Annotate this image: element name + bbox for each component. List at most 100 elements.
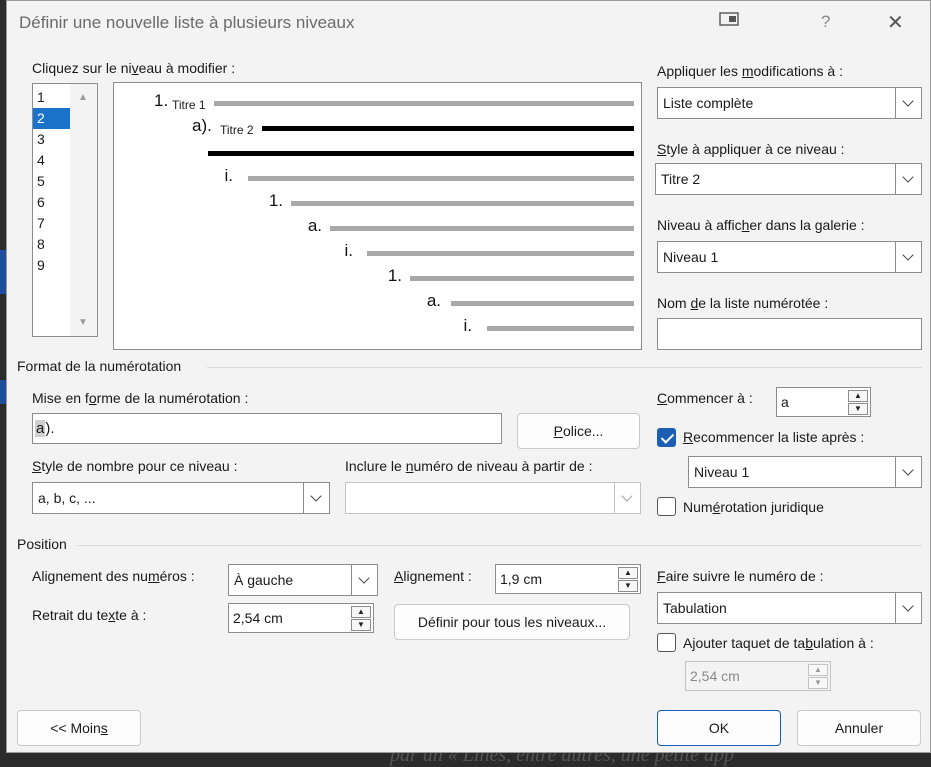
level-item[interactable]: 8 bbox=[33, 234, 70, 255]
less-button[interactable]: << Moins bbox=[17, 710, 141, 746]
font-button[interactable]: Police... bbox=[517, 413, 640, 449]
level-item[interactable]: 5 bbox=[33, 171, 70, 192]
restart-list-label: Recommencer la liste après : bbox=[683, 429, 865, 445]
legal-numbering-checkbox[interactable] bbox=[657, 497, 676, 516]
aligned-at-label: Alignement : bbox=[394, 568, 472, 584]
window-layout-icon[interactable] bbox=[719, 11, 741, 27]
text-indent-label: Retrait du texte à : bbox=[32, 607, 147, 623]
restart-list-checkbox[interactable] bbox=[657, 428, 676, 447]
list-preview[interactable]: 1. Titre 1 a). Titre 2 i. 1. a. i. 1. a. i. bbox=[113, 82, 642, 350]
level-item[interactable]: 3 bbox=[33, 129, 70, 150]
number-format-label: Mise en forme de la numérotation : bbox=[32, 390, 249, 406]
chevron-down-icon[interactable] bbox=[895, 88, 921, 118]
add-tab-stop-label: Ajouter taquet de tabulation à : bbox=[683, 635, 874, 651]
gallery-level-label: Niveau à afficher dans la galerie : bbox=[657, 217, 865, 233]
close-icon[interactable]: ✕ bbox=[887, 10, 904, 35]
preview-number: a. bbox=[307, 216, 322, 235]
number-style-label: Style de nombre pour ce niveau : bbox=[32, 458, 238, 474]
preview-line bbox=[487, 326, 634, 331]
preview-row: i. bbox=[114, 166, 641, 188]
text-indent-spinner[interactable]: 2,54 cm ▲ ▼ bbox=[228, 603, 374, 633]
preview-row bbox=[114, 143, 641, 163]
preview-line bbox=[214, 101, 634, 106]
preview-row: 1. bbox=[114, 266, 641, 288]
apply-changes-select[interactable]: Liste complète bbox=[657, 87, 922, 119]
preview-row: i. bbox=[114, 241, 641, 263]
level-listbox[interactable]: 123456789 ▲ ▼ bbox=[32, 83, 98, 337]
follow-number-label: Faire suivre le numéro de : bbox=[657, 568, 824, 584]
preview-title: Titre 1 bbox=[172, 98, 206, 112]
levels-label: Cliquez sur le niveau à modifier : bbox=[32, 60, 236, 76]
spin-up-icon[interactable]: ▲ bbox=[848, 390, 868, 402]
include-level-select[interactable] bbox=[345, 482, 641, 514]
spin-down-icon[interactable]: ▼ bbox=[618, 580, 638, 592]
preview-number: i. bbox=[344, 241, 354, 260]
number-format-input[interactable]: a). bbox=[32, 413, 502, 444]
preview-number: i. bbox=[224, 166, 234, 185]
chevron-down-icon[interactable] bbox=[895, 164, 921, 194]
level-item[interactable]: 2 bbox=[33, 108, 70, 129]
cancel-button[interactable]: Annuler bbox=[797, 710, 921, 746]
set-all-levels-button[interactable]: Définir pour tous les niveaux... bbox=[394, 604, 630, 640]
chevron-down-icon[interactable] bbox=[895, 242, 921, 272]
tab-stop-spinner[interactable]: 2,54 cm ▲ ▼ bbox=[685, 661, 831, 691]
numbering-section-title: Format de la numérotation bbox=[17, 358, 182, 374]
spin-up-icon[interactable]: ▲ bbox=[351, 606, 371, 618]
section-divider bbox=[207, 367, 922, 368]
preview-row: 1. bbox=[114, 191, 641, 213]
preview-row: a. bbox=[114, 291, 641, 313]
level-item[interactable]: 4 bbox=[33, 150, 70, 171]
dialog-title: Définir une nouvelle liste à plusieurs n… bbox=[19, 13, 355, 32]
preview-line bbox=[248, 176, 634, 181]
spin-down-icon[interactable]: ▼ bbox=[808, 677, 828, 689]
ok-button[interactable]: OK bbox=[657, 710, 781, 746]
multilevel-list-dialog: Définir une nouvelle liste à plusieurs n… bbox=[6, 0, 931, 753]
spin-up-icon[interactable]: ▲ bbox=[618, 567, 638, 579]
add-tab-stop-checkbox[interactable] bbox=[657, 633, 676, 652]
preview-row: a). Titre 2 bbox=[114, 116, 641, 138]
preview-number: 1. bbox=[268, 191, 283, 210]
level-item[interactable]: 1 bbox=[33, 87, 70, 108]
section-divider bbox=[77, 545, 922, 546]
restart-after-select[interactable]: Niveau 1 bbox=[688, 456, 922, 488]
number-alignment-label: Alignement des numéros : bbox=[32, 568, 195, 584]
number-style-select[interactable]: a, b, c, ... bbox=[32, 482, 330, 514]
scroll-down-icon[interactable]: ▼ bbox=[78, 317, 88, 328]
preview-line bbox=[208, 151, 634, 156]
chevron-down-icon[interactable] bbox=[614, 483, 640, 513]
level-item[interactable]: 6 bbox=[33, 192, 70, 213]
include-level-label: Inclure le numéro de niveau à partir de … bbox=[345, 458, 593, 474]
preview-line bbox=[451, 301, 634, 306]
preview-line bbox=[410, 276, 634, 281]
level-scrollbar[interactable]: ▲ ▼ bbox=[70, 84, 97, 336]
help-icon[interactable]: ? bbox=[821, 12, 830, 32]
apply-changes-label: Appliquer les modifications à : bbox=[657, 63, 843, 79]
scroll-up-icon[interactable]: ▲ bbox=[78, 92, 88, 103]
aligned-at-spinner[interactable]: 1,9 cm ▲ ▼ bbox=[495, 564, 641, 594]
legal-numbering-label: Numérotation juridique bbox=[683, 499, 824, 515]
follow-number-select[interactable]: Tabulation bbox=[657, 592, 922, 624]
preview-number: a). bbox=[192, 116, 212, 135]
start-at-label: Commencer à : bbox=[657, 390, 753, 406]
level-style-select[interactable]: Titre 2 bbox=[655, 163, 922, 195]
chevron-down-icon[interactable] bbox=[895, 593, 921, 623]
chevron-down-icon[interactable] bbox=[303, 483, 329, 513]
number-alignment-select[interactable]: À gauche bbox=[228, 564, 378, 596]
preview-title: Titre 2 bbox=[220, 123, 254, 137]
level-item[interactable]: 9 bbox=[33, 255, 70, 276]
list-name-input[interactable] bbox=[657, 318, 922, 350]
level-item[interactable]: 7 bbox=[33, 213, 70, 234]
chevron-down-icon[interactable] bbox=[895, 457, 921, 487]
preview-line bbox=[291, 201, 634, 206]
title-bar: Définir une nouvelle liste à plusieurs n… bbox=[7, 1, 930, 45]
gallery-level-select[interactable]: Niveau 1 bbox=[657, 241, 922, 273]
chevron-down-icon[interactable] bbox=[351, 565, 377, 595]
preview-number: 1. bbox=[154, 91, 169, 110]
preview-line bbox=[367, 251, 634, 256]
spin-up-icon[interactable]: ▲ bbox=[808, 664, 828, 676]
start-at-spinner[interactable]: a ▲ ▼ bbox=[776, 387, 871, 417]
level-style-label: Style à appliquer à ce niveau : bbox=[657, 141, 845, 157]
spin-down-icon[interactable]: ▼ bbox=[848, 403, 868, 415]
spin-down-icon[interactable]: ▼ bbox=[351, 619, 371, 631]
preview-row: 1. Titre 1 bbox=[114, 91, 641, 113]
